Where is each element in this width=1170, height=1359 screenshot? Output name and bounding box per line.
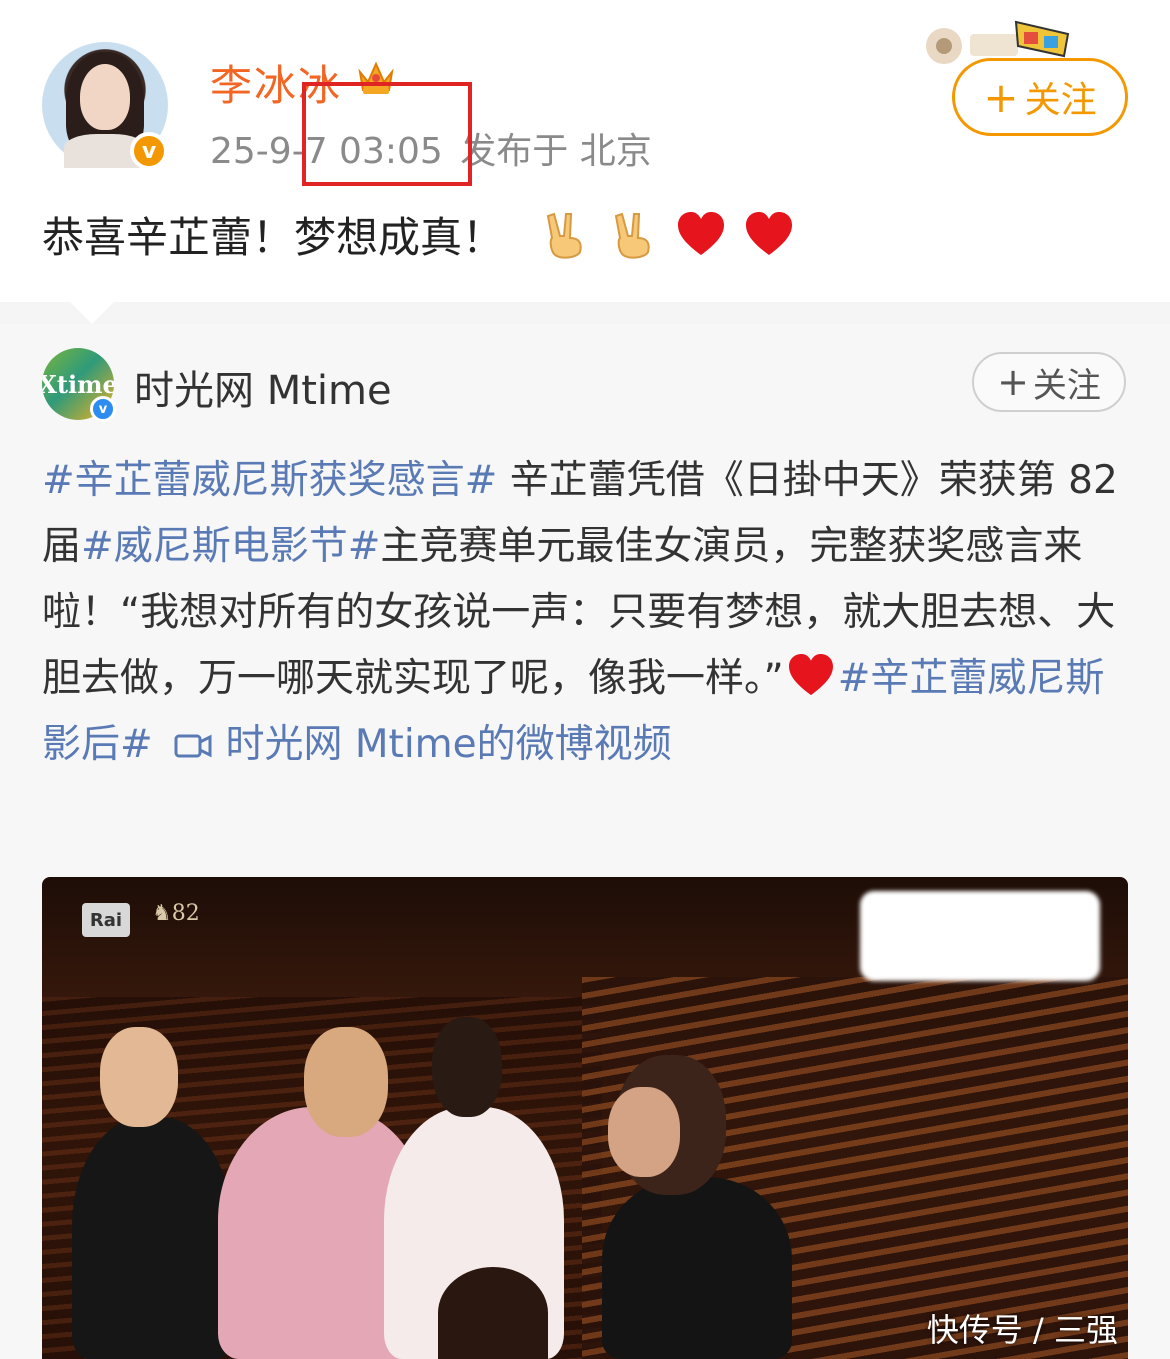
post-location: 发布于 北京 (460, 131, 652, 172)
repost-username[interactable]: 时光网 Mtime (134, 358, 392, 416)
video-player[interactable]: Rai ♞82 快传号 / 三强 (42, 877, 1128, 1359)
video-link[interactable]: 时光网 Mtime的微博视频 (213, 722, 671, 767)
repost-follow-button[interactable]: + 关注 (972, 352, 1126, 412)
video-camera-icon (174, 734, 212, 758)
audience-figure (608, 1087, 680, 1177)
reposted-card[interactable]: Xtime v 时光网 Mtime + 关注 #辛芷蕾威尼斯获奖感言# 辛芷蕾凭… (0, 324, 1170, 1359)
plus-icon: + (997, 360, 1029, 404)
follow-button[interactable]: + 关注 (952, 58, 1128, 136)
main-post: v 李冰冰 25-9-7 03:05 发布于 北京 + 关注 恭喜辛芷蕾！梦想成… (0, 0, 1170, 302)
audience-figure (602, 1177, 792, 1359)
post-text: 恭喜辛芷蕾！梦想成真！ (42, 204, 794, 265)
repost-text: #辛芷蕾威尼斯获奖感言# 辛芷蕾凭借《日掛中天》荣获第 82 届#威尼斯电影节#… (42, 458, 1118, 767)
verified-badge-icon: v (90, 396, 116, 422)
repost-caret (70, 302, 114, 324)
divider (0, 302, 1170, 324)
verified-badge-icon: v (130, 132, 168, 170)
follow-label: 关注 (1032, 365, 1101, 406)
audience-figure (100, 1027, 178, 1127)
victory-hand-icon (614, 212, 650, 259)
topic-tag[interactable]: #威尼斯电影节# (81, 524, 380, 569)
audience-figure (304, 1027, 388, 1137)
blurred-overlay (860, 891, 1100, 981)
rai-logo: Rai (82, 903, 130, 937)
plus-icon: + (983, 72, 1019, 122)
audience-figure (438, 1267, 548, 1359)
watermark: 快传号 / 三强 (926, 1311, 1118, 1349)
red-heart-icon (746, 211, 793, 255)
post-body: 恭喜辛芷蕾！梦想成真！ (42, 213, 505, 262)
audience-figure (432, 1017, 502, 1117)
venice-lion-logo: ♞82 (152, 901, 200, 926)
red-heart-icon (678, 211, 725, 255)
red-heart-icon (788, 653, 833, 696)
time-highlight-box (302, 82, 472, 186)
victory-hand-icon (546, 212, 582, 259)
audience-figure (72, 1117, 232, 1359)
follow-label: 关注 (1024, 80, 1097, 121)
topic-tag[interactable]: #辛芷蕾威尼斯获奖感言# (42, 458, 497, 503)
